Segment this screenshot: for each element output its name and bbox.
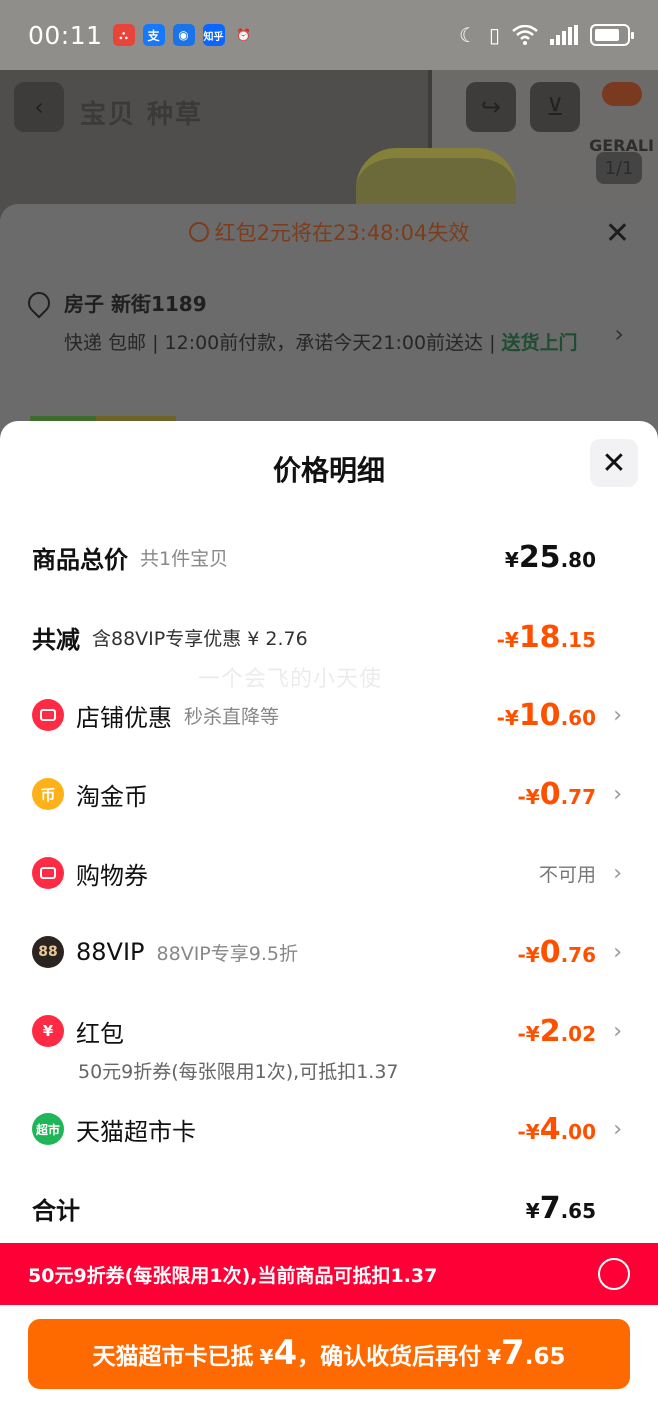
address-section[interactable]: 房子 新街1189 快递 包邮 | 12:00前付款，承诺今天21:00前送达 … <box>0 260 658 359</box>
chevron-right-icon: › <box>613 1018 622 1044</box>
more-badge[interactable] <box>602 82 642 106</box>
close-icon: ✕ <box>601 445 627 481</box>
back-button[interactable]: ‹ <box>14 82 64 132</box>
row-store-discount[interactable]: 店铺优惠 秒杀直降等 -¥ 10.60 › <box>32 693 622 737</box>
chevron-right-icon: › <box>613 939 622 965</box>
promo-text: 50元9折券(每张限用1次),当前商品可抵扣1.37 <box>28 1264 438 1287</box>
delivery-highlight: 送货上门 <box>501 332 578 354</box>
row-amount: -¥ 4.00 <box>517 1111 596 1147</box>
row-88vip[interactable]: 88 88VIP 88VIP专享9.5折 -¥ 0.76 › <box>32 930 622 974</box>
vibrate-icon: ▯ <box>488 23 500 47</box>
row-goods-total: 商品总价 共1件宝贝 ¥25.80 › <box>32 535 622 579</box>
delivery-info: 快递 包邮 | 12:00前付款，承诺今天21:00前送达 | 送货上门 <box>64 332 578 354</box>
expiry-text: 红包2元将在23:48:04失效 <box>214 221 470 245</box>
shopping-voucher-icon <box>32 857 64 889</box>
location-icon <box>23 286 55 319</box>
row-sub: 含88VIP专享优惠 ¥ 2.76 <box>92 627 308 650</box>
tmall-market-card-icon: 超市 <box>32 1113 64 1145</box>
row-amount: -¥ 0.76 <box>517 934 596 970</box>
product-header: ‹ 宝贝 种草 ↪ ⊻ GERALI 1/1 <box>0 70 658 220</box>
row-sub: 秒杀直降等 <box>184 705 280 728</box>
row-amount: -¥ 2.02 <box>517 1013 596 1049</box>
product-tabs[interactable]: 宝贝 种草 <box>80 94 203 131</box>
chevron-right-icon: › <box>613 860 622 886</box>
confirm-pay-button[interactable]: 天猫超市卡已抵 ¥4 ，确认收货后再付 ¥7.65 <box>28 1319 630 1389</box>
row-red-packet[interactable]: ¥ 红包 -¥ 2.02 › <box>32 1009 622 1053</box>
alipay-icon: 支 <box>142 24 165 46</box>
app-icon-3: ◉ <box>172 24 195 46</box>
row-label: 合计 <box>32 1196 80 1225</box>
image-counter: 1/1 <box>596 152 642 184</box>
row-label: 商品总价 <box>32 545 128 574</box>
red-packet-icon: ¥ <box>32 1015 64 1047</box>
chevron-right-icon: › <box>613 781 622 807</box>
row-amount: -¥ 18.15 <box>496 619 596 655</box>
row-tmall-market-card[interactable]: 超市 天猫超市卡 -¥ 4.00 › <box>32 1107 622 1151</box>
price-detail-panel: 价格明细 ✕ 一个会飞的小天使 商品总价 共1件宝贝 ¥25.80 › 共减 含… <box>0 421 658 1416</box>
red-packet-expiry-banner: 红包2元将在23:48:04失效 ✕ <box>0 204 658 260</box>
chevron-right-icon: › <box>613 702 622 728</box>
clock-icon <box>188 222 209 242</box>
watermark: 一个会飞的小天使 <box>198 667 383 692</box>
row-total-reduction: 共减 含88VIP专享优惠 ¥ 2.76 -¥18.15 › <box>32 615 622 659</box>
moon-icon: ☾ <box>459 23 477 47</box>
system-status: ☾ ▯ <box>459 23 634 47</box>
zhihu-icon: 知乎 <box>202 24 225 46</box>
row-sum: 合计 ¥7.65 › <box>32 1186 622 1230</box>
app-icon-1: ⛬ <box>112 24 135 46</box>
row-label: 红包 <box>76 1019 124 1048</box>
panel-title: 价格明细 <box>272 454 385 487</box>
tao-coin-icon: 币 <box>32 778 64 810</box>
status-time: 00:11 <box>28 20 103 50</box>
row-sub: 共1件宝贝 <box>140 547 229 570</box>
coupon-radio[interactable] <box>598 1258 630 1290</box>
row-label: 购物券 <box>76 861 148 890</box>
coupon-promo-bar[interactable]: 50元9折券(每张限用1次),当前商品可抵扣1.37 <box>0 1243 658 1305</box>
row-amount: ¥25.80 <box>504 539 596 575</box>
cart-button[interactable]: ⊻ <box>530 82 580 132</box>
share-button[interactable]: ↪ <box>466 82 516 132</box>
close-order-icon[interactable]: ✕ <box>605 216 630 251</box>
address-text: 房子 新街1189 <box>64 292 207 316</box>
row-tao-coin[interactable]: 币 淘金币 -¥ 0.77 › <box>32 772 622 816</box>
store-coupon-icon <box>32 699 64 731</box>
alarm-icon: ⏰ <box>236 28 252 42</box>
row-label: 店铺优惠 <box>76 703 172 732</box>
notification-icons: ⛬ 支 ◉ 知乎 ⏰ <box>112 24 255 46</box>
unavailable-text: 不可用 <box>538 863 596 886</box>
row-label: 88VIP <box>76 938 145 966</box>
row-label: 天猫超市卡 <box>76 1117 196 1146</box>
row-amount: -¥ 10.60 <box>496 697 596 733</box>
battery-icon <box>590 24 634 46</box>
row-sub: 88VIP专享9.5折 <box>156 942 298 965</box>
signal-icon <box>550 25 578 45</box>
chevron-right-icon: › <box>613 1116 622 1142</box>
red-packet-note: 50元9折券(每张限用1次),可抵扣1.37 <box>78 1061 399 1083</box>
chevron-right-icon: › <box>614 320 624 348</box>
row-shopping-voucher[interactable]: 购物券 不可用 › <box>32 851 622 895</box>
close-button[interactable]: ✕ <box>590 439 638 487</box>
row-label: 共减 <box>32 625 80 654</box>
wifi-icon <box>512 25 538 45</box>
status-bar: 00:11 ⛬ 支 ◉ 知乎 ⏰ ☾ ▯ <box>0 0 658 70</box>
vip88-icon: 88 <box>32 936 64 968</box>
row-amount: ¥7.65 <box>525 1190 596 1226</box>
row-amount: -¥ 0.77 <box>517 776 596 812</box>
row-label: 淘金币 <box>76 782 148 811</box>
